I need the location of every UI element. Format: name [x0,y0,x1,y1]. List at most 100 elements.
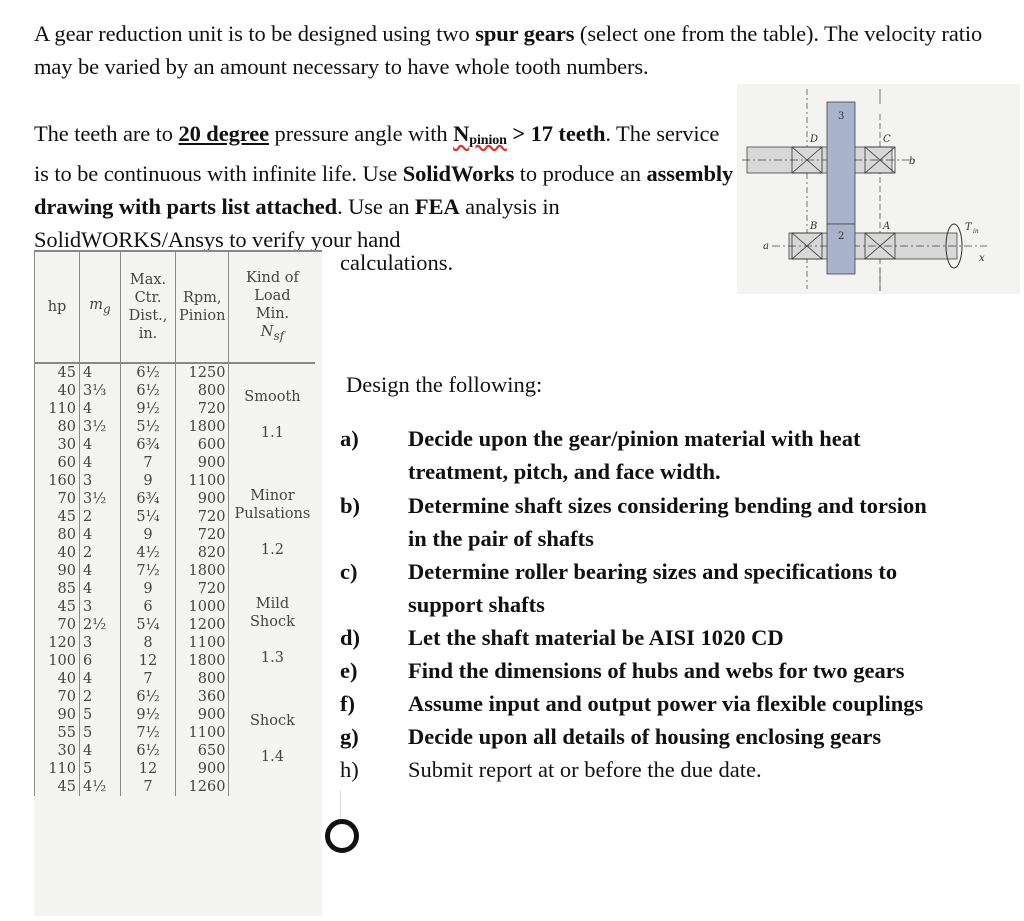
cell-mg: 2 [83,545,93,561]
n-symbol: N [453,121,470,146]
mg-symbol: m [89,297,103,314]
cell-mg: 4 [83,743,93,759]
item-text: Determine roller bearing sizes and speci… [408,555,1008,621]
cell-rpm: 360 [197,689,226,705]
cell-mg: 4 [83,455,93,471]
cell-rpm: 900 [197,707,226,723]
label-gear3: 3 [838,111,844,122]
cell-mg: 4 [83,563,93,579]
cell-ctr: 7 [143,671,153,687]
column-mg: 4 3⅓ 4 3½ 4 4 [79,363,121,472]
cell-hp: 45 [57,599,76,615]
circle-icon[interactable] [325,819,359,853]
load-nsf: 1.3 [260,650,284,666]
cell-ctr: 6½ [136,689,160,705]
item-text: Decide upon all details of housing enclo… [408,720,1008,753]
table-group-row: 85 45 70 120 100 40 4 3 2½ 3 6 4 9 6 5¼ 8 12 7 720 1000 1200… [34,580,316,688]
cell-rpm: 800 [197,671,226,687]
item-text: Decide upon the gear/pinion material wit… [408,422,1008,488]
item-line: treatment, pitch, and face width. [408,459,721,484]
label-A: A [882,221,890,232]
cell-mg: 3 [83,599,93,615]
cell-mg: 3 [83,473,93,489]
cell-hp: 80 [57,419,76,435]
cell-ctr: 5¼ [136,617,160,633]
cell-hp: 70 [57,491,76,507]
load-kind: Smooth [244,389,301,405]
item-text: Determine shaft sizes considering bendin… [408,489,1008,555]
req-text: /Ansys to verify your hand [161,227,401,252]
item-text: Assume input and output power via flexib… [408,687,1008,720]
cell-hp: 55 [57,725,76,741]
cell-mg: 4½ [83,779,107,795]
label-torque: T [965,222,973,233]
cell-ctr: 6½ [136,383,160,399]
column-hp: 70 90 55 30 110 45 [34,688,80,796]
column-ctr: 6½ 6½ 9½ 5½ 6¾ 7 [120,363,176,472]
teeth-count-emphasis: > 17 teeth [506,121,606,146]
column-mg: 4 3 2½ 3 6 4 [79,580,121,688]
cell-rpm: 1000 [188,599,226,615]
header-line: Kind of [246,270,299,287]
item-label: a) [340,426,359,451]
column-ctr: 9 6 5¼ 8 12 7 [120,580,176,688]
cell-mg: 3 [83,635,93,651]
mg-subscript: g [103,301,111,316]
item-line: Find the dimensions of hubs and webs for… [408,658,905,683]
cell-ctr: 6¾ [136,437,160,453]
cell-mg: 4 [83,671,93,687]
cell-rpm: 720 [197,401,226,417]
cell-rpm: 1800 [188,563,226,579]
item-line: support shafts [408,592,545,617]
table-group-row: 70 90 55 30 110 45 2 5 5 4 5 4½ 6½ 9½ 7½ 6½ 12 7 360 900 110… [34,688,316,796]
header-mg: mg [79,252,121,364]
gear-diagram-svg: 3 2 D C B A b a x T in [742,89,987,291]
cell-rpm: 720 [197,581,226,597]
cell-rpm: 900 [197,455,226,471]
cell-mg: 2 [83,509,93,525]
cell-rpm: 600 [197,437,226,453]
cell-mg: 4 [83,527,93,543]
cell-ctr: 9½ [136,707,160,723]
item-line: Decide upon the gear/pinion material wit… [408,426,861,451]
cell-hp: 45 [57,779,76,795]
header-line: Rpm, [182,290,222,306]
cell-ctr: 6½ [136,365,160,381]
load-nsf: 1.4 [260,749,284,765]
item-line: Submit report at or before the due date. [408,757,762,782]
cell-rpm: 1100 [188,725,226,741]
cell-hp: 45 [57,365,76,381]
cell-hp: 60 [57,455,76,471]
cell-ctr: 9 [143,473,153,489]
cell-rpm: 1200 [188,617,226,633]
cell-ctr: 8 [143,635,153,651]
cell-mg: 4 [83,401,93,417]
cell-rpm: 650 [197,743,226,759]
design-heading: Design the following: [346,372,543,397]
item-line: Assume input and output power via flexib… [408,691,924,716]
cell-mg: 4 [83,581,93,597]
cell-ctr: 4½ [136,545,160,561]
fea-emphasis: FEA [414,194,460,219]
load-kind: Mild Shock [249,596,295,630]
gear-selection-table-wrap: hp mg Max. Ctr. Dist., in. Rpm, Pinion K… [34,250,322,916]
cell-ctr: 9 [143,527,153,543]
cell-rpm: 900 [197,761,226,777]
cell-rpm: 1260 [188,779,226,795]
cell-rpm: 820 [197,545,226,561]
table-header-row: hp mg Max. Ctr. Dist., in. Rpm, Pinion K… [34,252,316,364]
cell-mg: 2 [83,689,93,705]
item-line: Decide upon all details of housing enclo… [408,724,882,749]
cell-rpm: 1800 [188,419,226,435]
cell-hp: 45 [57,509,76,525]
solidworks-emphasis: SolidWorks [402,161,515,186]
item-text: Find the dimensions of hubs and webs for… [408,654,1008,687]
header-line: Ctr. [134,290,162,306]
divider-line [340,790,341,820]
cell-mg: 3½ [83,491,107,507]
gear-shaft-diagram: 3 2 D C B A b a x T in [737,84,1020,294]
item-line: Let the shaft material be AISI 1020 CD [408,625,784,650]
cell-hp: 85 [57,581,76,597]
item-label: d) [340,625,361,650]
item-label: c) [340,559,358,584]
